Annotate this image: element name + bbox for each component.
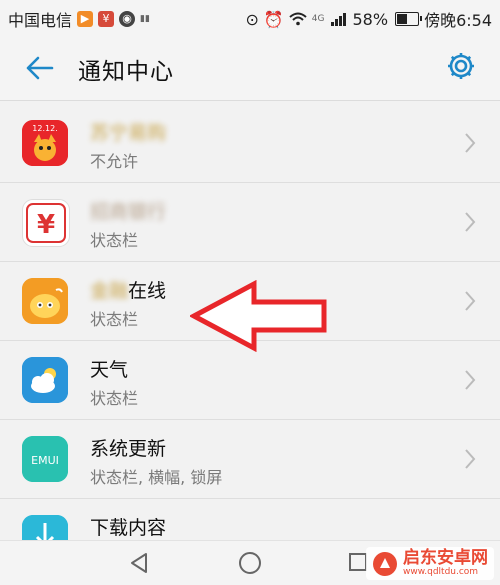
carrier-label: 中国电信 — [8, 11, 73, 30]
battery-percent: 58% — [352, 9, 389, 29]
app-notification-icon: ◉ — [119, 11, 136, 27]
suning-app-icon: 12.12. — [22, 120, 68, 166]
app-name: 苏宁易购 — [90, 122, 167, 144]
app-name: 金融在线 — [90, 280, 167, 302]
watermark: 启东安卓网 www.qdltdu.com — [366, 547, 494, 580]
list-item-app-3[interactable]: 天气 状态栏 — [0, 341, 500, 420]
yen-app-icon: ¥ — [22, 199, 70, 247]
settings-gear-icon[interactable] — [446, 51, 476, 81]
chevron-right-icon — [465, 370, 476, 390]
status-bar: 中国电信 ▶ ¥ ◉ ▮▮ ⊙ ⏰ 4G 58% 傍晚6:54 — [0, 0, 500, 34]
clock-time: 傍晚6:54 — [424, 11, 492, 30]
list-item-app-1[interactable]: ¥ 招商银行 状态栏 — [0, 183, 500, 262]
app-header: 通知中心 — [0, 34, 500, 101]
annotation-arrow-icon — [190, 280, 327, 352]
navigation-bar: 启东安卓网 www.qdltdu.com — [0, 540, 500, 585]
yen-notification-icon: ¥ — [98, 11, 115, 27]
chevron-right-icon — [465, 449, 476, 469]
video-app-icon: ▶ — [77, 11, 94, 27]
bird-app-icon — [22, 278, 68, 324]
app-notification-setting: 状态栏, 横幅, 锁屏 — [90, 468, 223, 487]
chevron-right-icon — [465, 133, 476, 153]
chevron-right-icon — [465, 212, 476, 232]
chevron-right-icon — [465, 291, 476, 311]
vibrate-icon: ⊙ — [245, 9, 259, 29]
back-arrow-icon[interactable] — [24, 53, 54, 83]
battery-icon — [395, 12, 423, 26]
app-notification-setting: 状态栏 — [90, 389, 139, 408]
download-app-icon — [22, 515, 68, 540]
emui-logo-text: EMUI — [31, 454, 59, 467]
watermark-title: 启东安卓网 — [403, 548, 488, 568]
list-item-app-5[interactable]: 下载内容 — [0, 499, 500, 540]
suning-date-text: 12.12. — [32, 124, 57, 133]
emui-app-icon: EMUI — [22, 436, 68, 482]
small-notification-icon: ▮▮ — [140, 14, 150, 24]
nav-recent-apps-icon[interactable] — [348, 552, 368, 572]
app-notification-setting: 不允许 — [90, 152, 139, 171]
list-item-app-4[interactable]: EMUI 系统更新 状态栏, 横幅, 锁屏 — [0, 420, 500, 499]
app-name: 下载内容 — [90, 517, 167, 539]
alarm-icon: ⏰ — [263, 9, 284, 29]
app-name: 招商银行 — [90, 201, 167, 223]
app-notification-setting: 状态栏 — [90, 310, 139, 329]
network-type-label: 4G — [311, 14, 325, 24]
yen-symbol-text: ¥ — [37, 210, 55, 240]
weather-app-icon — [22, 357, 68, 403]
app-notification-setting: 状态栏 — [90, 231, 139, 250]
app-name: 天气 — [90, 359, 129, 381]
watermark-url: www.qdltdu.com — [403, 567, 479, 577]
nav-home-icon[interactable] — [238, 551, 262, 575]
page-title: 通知中心 — [78, 59, 174, 85]
app-name: 系统更新 — [90, 438, 167, 460]
list-item-app-0[interactable]: 12.12. 苏宁易购 不允许 — [0, 104, 500, 183]
nav-back-icon[interactable] — [128, 552, 150, 574]
wifi-icon — [289, 12, 307, 26]
signal-icon — [330, 13, 346, 26]
watermark-logo-icon — [373, 551, 397, 576]
